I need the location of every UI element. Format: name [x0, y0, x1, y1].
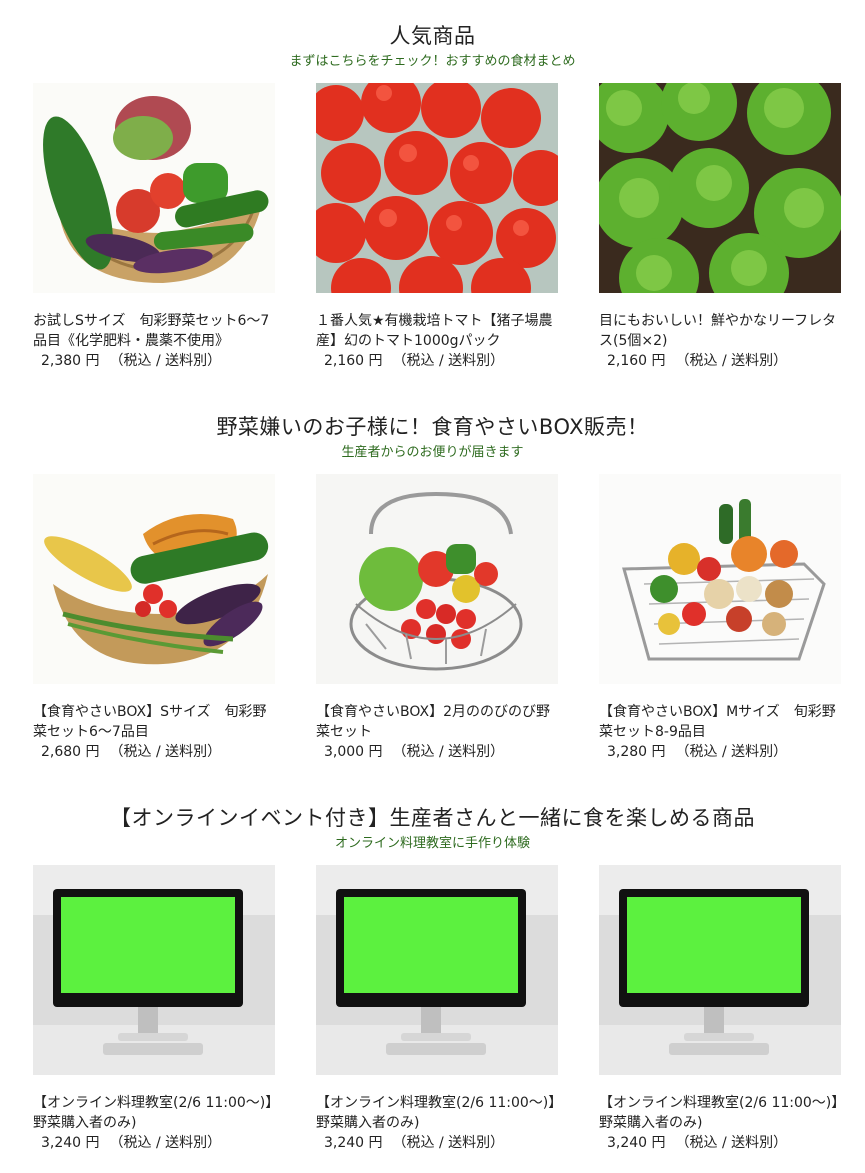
leaf-lettuce-photo[interactable] — [599, 83, 841, 293]
product-name[interactable]: 【食育やさいBOX】Sサイズ 旬彩野菜セット6～7品目 — [33, 702, 275, 742]
vegetable-basket-photo[interactable] — [33, 83, 275, 293]
product-name[interactable]: 目にもおいしい！鮮やかなリーフレタス(5個×2) — [599, 311, 841, 351]
monitor-photo[interactable] — [599, 865, 841, 1075]
section-subtitle: 生産者からのお便りが届きます — [341, 445, 524, 460]
product-name[interactable]: お試しSサイズ 旬彩野菜セット6～7品目《化学肥料・農薬不使用》 — [33, 311, 275, 351]
product-price: 3,000 円（税込 / 送料別） — [324, 744, 505, 760]
shopping-basket-photo[interactable] — [599, 474, 841, 684]
product-price: 2,680 円（税込 / 送料別） — [41, 744, 222, 760]
product-price: 2,160 円（税込 / 送料別） — [607, 353, 788, 369]
monitor-photo[interactable] — [33, 865, 275, 1075]
product-name[interactable]: 【食育やさいBOX】2月ののびのび野菜セット — [316, 702, 558, 742]
section-subtitle: まずはこちらをチェック！おすすめの食材まとめ — [289, 54, 576, 69]
monitor-photo[interactable] — [316, 865, 558, 1075]
product-price: 3,240 円（税込 / 送料別） — [607, 1135, 788, 1151]
product-name[interactable]: 【食育やさいBOX】Mサイズ 旬彩野菜セット8-9品目 — [599, 702, 841, 742]
tomatoes-photo[interactable] — [316, 83, 558, 293]
product-price: 3,240 円（税込 / 送料別） — [324, 1135, 505, 1151]
section-title: 野菜嫌いのお子様に！食育やさいBOX販売！ — [216, 415, 649, 439]
section-title: 人気商品 — [389, 24, 476, 48]
wire-basket-photo[interactable] — [316, 474, 558, 684]
product-name[interactable]: 【オンライン料理教室(2/6 11:00～)】野菜購入者のみ) — [599, 1093, 841, 1133]
product-name[interactable]: １番人気★有機栽培トマト【猪子場農産】幻のトマト1000gパック — [316, 311, 558, 351]
product-price: 3,280 円（税込 / 送料別） — [607, 744, 788, 760]
product-price: 2,160 円（税込 / 送料別） — [324, 353, 505, 369]
vegetable-basket-photo[interactable] — [33, 474, 275, 684]
section-subtitle: オンライン料理教室に手作り体験 — [334, 836, 530, 851]
product-name[interactable]: 【オンライン料理教室(2/6 11:00～)】野菜購入者のみ) — [33, 1093, 275, 1133]
product-price: 2,380 円（税込 / 送料別） — [41, 353, 222, 369]
product-price: 3,240 円（税込 / 送料別） — [41, 1135, 222, 1151]
product-name[interactable]: 【オンライン料理教室(2/6 11:00～)】野菜購入者のみ) — [316, 1093, 558, 1133]
section-title: 【オンラインイベント付き】生産者さんと一緒に食を楽しめる商品 — [110, 806, 755, 830]
